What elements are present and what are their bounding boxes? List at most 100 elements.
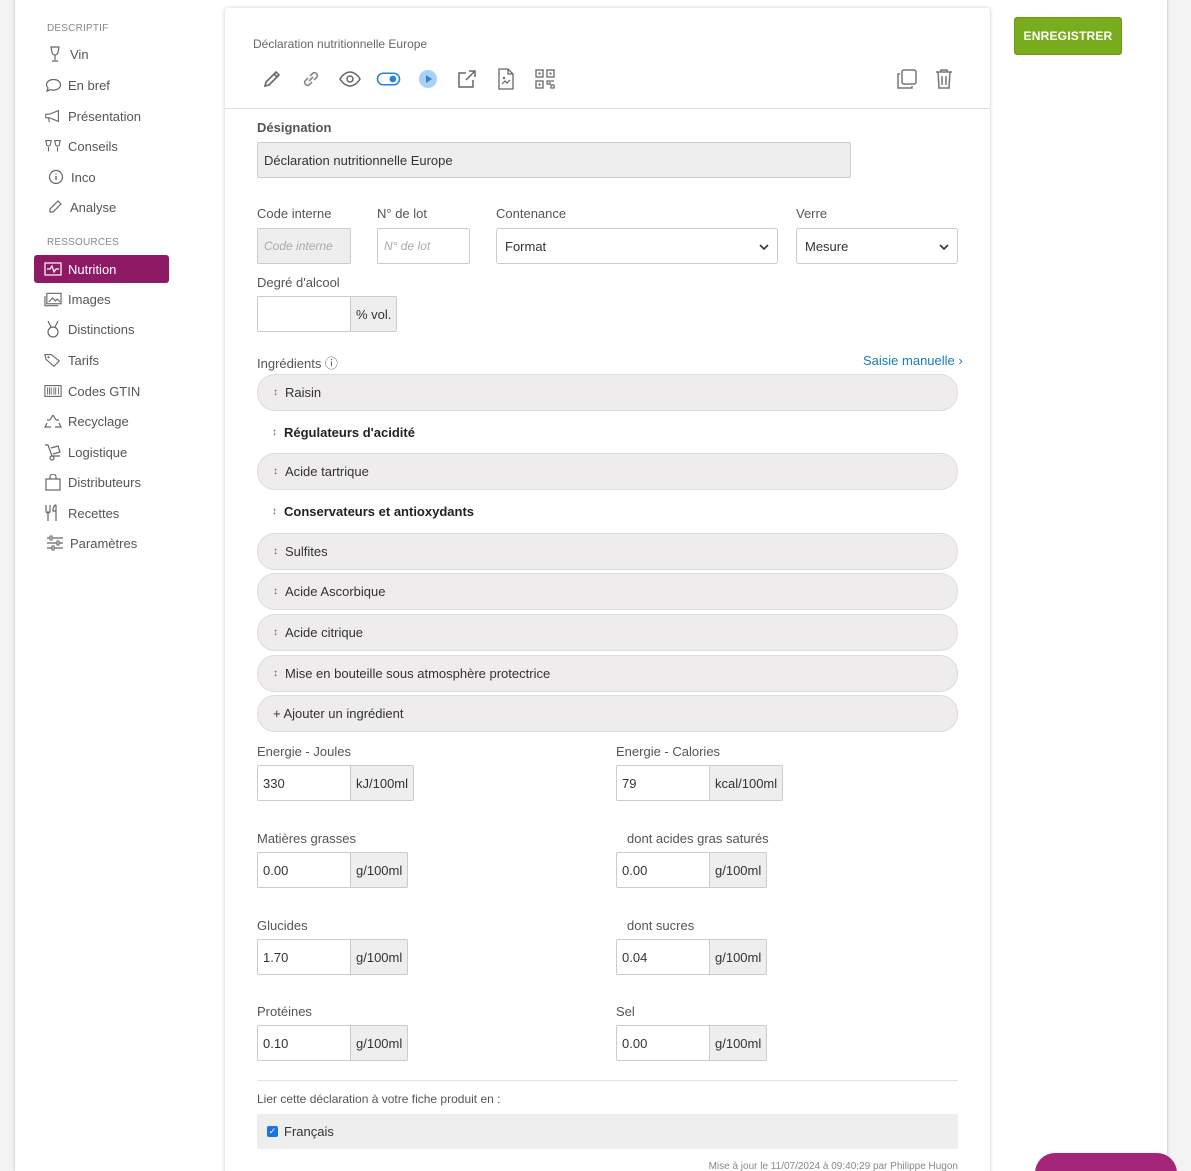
matieres-grasses-input[interactable]: 0.00 xyxy=(257,852,351,888)
divider xyxy=(257,1080,958,1081)
sidebar-item-presentation[interactable]: Présentation xyxy=(44,102,179,130)
glucides-unit: g/100ml xyxy=(351,939,409,975)
energie-calories-input[interactable]: 79 xyxy=(616,765,710,801)
external-link-icon[interactable] xyxy=(454,66,479,91)
edit-pencil-icon[interactable] xyxy=(259,66,284,91)
trash-icon[interactable] xyxy=(931,66,956,91)
ingredient-acide-tartrique[interactable]: ↕ Acide tartrique xyxy=(257,453,958,490)
chevron-down-icon xyxy=(759,239,769,254)
sidebar-item-logistique[interactable]: Logistique xyxy=(44,438,179,466)
add-ingredient-button[interactable]: + Ajouter un ingrédient xyxy=(257,695,958,732)
drag-handle-icon[interactable]: ↕ xyxy=(273,586,278,597)
sidebar-item-distributeurs[interactable]: Distributeurs xyxy=(44,468,179,496)
last-updated-note: Mise à jour le 11/07/2024 à 09:40:29 par… xyxy=(708,1161,958,1171)
sidebar-item-inco[interactable]: Inco xyxy=(47,163,182,191)
ingredient-label: Acide tartrique xyxy=(285,464,369,479)
ingredient-acide-citrique[interactable]: ↕ Acide citrique xyxy=(257,614,958,651)
link-section-label: Lier cette déclaration à votre fiche pro… xyxy=(257,1092,501,1106)
sidebar-item-nutrition[interactable]: Nutrition xyxy=(34,255,169,283)
sel-unit: g/100ml xyxy=(710,1025,768,1061)
save-button[interactable]: ENREGISTRER xyxy=(1014,17,1122,55)
ingredient-group-conservateurs[interactable]: ↕ Conservateurs et antioxydants xyxy=(272,504,474,519)
sidebar-item-label: Codes GTIN xyxy=(68,383,141,399)
cutlery-icon xyxy=(44,504,62,522)
document-image-icon[interactable] xyxy=(493,66,518,91)
sel-input[interactable]: 0.00 xyxy=(616,1025,710,1061)
drag-handle-icon[interactable]: ↕ xyxy=(273,466,278,477)
qr-code-icon[interactable] xyxy=(532,66,557,91)
ingredient-mise-en-bouteille[interactable]: ↕ Mise en bouteille sous atmosphère prote… xyxy=(257,655,958,692)
glucides-group: 1.70 g/100ml xyxy=(257,939,409,975)
verre-value: Mesure xyxy=(805,238,849,254)
chat-widget-button[interactable] xyxy=(1035,1153,1177,1171)
sidebar-item-recettes[interactable]: Recettes xyxy=(44,499,179,527)
ingredient-sulfites[interactable]: ↕ Sulfites xyxy=(257,533,958,570)
sidebar-item-distinctions[interactable]: Distinctions xyxy=(44,315,179,343)
sidebar-item-en-bref[interactable]: En bref xyxy=(44,71,179,99)
alcool-input[interactable] xyxy=(257,296,351,332)
alcool-unit: % vol. xyxy=(351,296,398,332)
price-tags-icon xyxy=(44,351,62,369)
language-option-francais[interactable]: ✓ Français xyxy=(257,1114,958,1149)
glucides-input[interactable]: 1.70 xyxy=(257,939,351,975)
lot-input[interactable]: N° de lot xyxy=(377,228,470,264)
sidebar-item-vin[interactable]: Vin xyxy=(46,40,181,68)
sidebar-item-label: Analyse xyxy=(70,199,117,215)
code-interne-placeholder: Code interne xyxy=(264,239,333,253)
sliders-icon xyxy=(46,534,64,552)
ingredient-label: Sulfites xyxy=(285,544,328,559)
sucres-input[interactable]: 0.04 xyxy=(616,939,710,975)
ingredient-label: Mise en bouteille sous atmosphère protec… xyxy=(285,666,551,681)
page-title: Déclaration nutritionnelle Europe xyxy=(253,37,428,51)
ingredient-group-regulateurs[interactable]: ↕ Régulateurs d'acidité xyxy=(272,425,415,440)
proteines-input[interactable]: 0.10 xyxy=(257,1025,351,1061)
toggle-on-icon[interactable] xyxy=(376,66,401,91)
drag-handle-icon[interactable]: ↕ xyxy=(273,546,278,557)
shopping-bag-icon xyxy=(44,473,62,491)
drag-handle-icon[interactable]: ↕ xyxy=(272,427,277,438)
drag-handle-icon[interactable]: ↕ xyxy=(273,627,278,638)
link-icon[interactable] xyxy=(298,66,323,91)
sidebar-item-codes-gtin[interactable]: Codes GTIN xyxy=(44,377,179,405)
sidebar-item-tarifs[interactable]: Tarifs xyxy=(44,346,179,374)
lot-placeholder: N° de lot xyxy=(384,239,431,253)
code-interne-input[interactable]: Code interne xyxy=(257,228,351,264)
sidebar-item-parametres[interactable]: Paramètres xyxy=(46,529,181,557)
contenance-select[interactable]: Format xyxy=(496,228,778,264)
images-icon xyxy=(44,290,62,308)
designation-input[interactable]: Déclaration nutritionnelle Europe xyxy=(257,142,851,178)
ingredient-raisin[interactable]: ↕ Raisin xyxy=(257,374,958,411)
designation-label: Désignation xyxy=(257,120,332,135)
eye-icon[interactable] xyxy=(337,66,362,91)
drag-handle-icon[interactable]: ↕ xyxy=(272,506,277,517)
chevron-down-icon xyxy=(939,239,949,254)
drag-handle-icon[interactable]: ↕ xyxy=(273,387,278,398)
drag-handle-icon[interactable]: ↕ xyxy=(273,668,278,679)
sel-group: 0.00 g/100ml xyxy=(616,1025,768,1061)
sidebar-item-analyse[interactable]: Analyse xyxy=(46,193,181,221)
proteines-label: Protéines xyxy=(257,1004,312,1019)
sidebar-item-label: Paramètres xyxy=(70,535,138,551)
ingredient-acide-ascorbique[interactable]: ↕ Acide Ascorbique xyxy=(257,573,958,610)
acides-gras-label: dont acides gras saturés xyxy=(627,831,769,846)
sidebar-item-images[interactable]: Images xyxy=(44,285,179,313)
energie-calories-unit: kcal/100ml xyxy=(710,765,784,801)
sidebar-item-conseils[interactable]: Conseils xyxy=(44,132,179,160)
alcool-input-group: % vol. xyxy=(257,296,398,332)
saisie-manuelle-link[interactable]: Saisie manuelle › xyxy=(863,353,963,368)
sidebar-item-label: Recettes xyxy=(68,505,120,521)
speech-bubble-icon xyxy=(44,76,62,94)
acides-gras-input[interactable]: 0.00 xyxy=(616,852,710,888)
sidebar-item-label: Conseils xyxy=(68,138,118,154)
wine-glass-icon xyxy=(46,45,64,63)
checkbox-checked-icon[interactable]: ✓ xyxy=(267,1126,278,1137)
duplicate-icon[interactable] xyxy=(894,66,919,91)
verre-select[interactable]: Mesure xyxy=(796,228,958,264)
alcool-label: Degré d'alcool xyxy=(257,275,340,290)
sidebar-item-label: Distinctions xyxy=(68,321,135,337)
play-circle-icon[interactable] xyxy=(415,66,440,91)
energie-joules-input[interactable]: 330 xyxy=(257,765,351,801)
sidebar-item-label: Inco xyxy=(71,169,96,185)
sidebar-item-label: Tarifs xyxy=(68,352,100,368)
sidebar-item-recyclage[interactable]: Recyclage xyxy=(44,407,179,435)
